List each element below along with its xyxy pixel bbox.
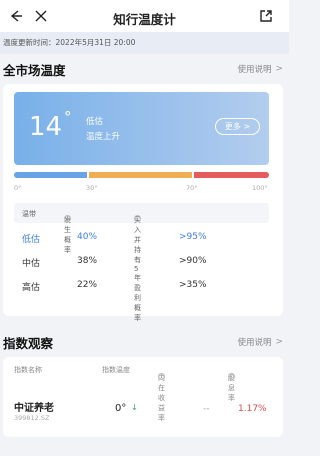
index-name: 中证养老 — [14, 403, 54, 414]
arrow-down-icon: ↓ — [131, 403, 138, 412]
degree-symbol: ° — [64, 108, 72, 126]
zone-table-header: 温带 发生概率 ? 买入并持有 5 年盈利概率 ? — [14, 203, 269, 322]
update-time: 温度更新时间：2022年5月31日 20:00 — [0, 32, 289, 54]
info-icon[interactable]: ? — [134, 215, 141, 222]
tick-70: 70° — [186, 184, 198, 192]
temperature-level: 低估 — [86, 117, 104, 127]
chevron-right-icon: > — [275, 337, 283, 347]
info-icon[interactable]: ? — [158, 373, 165, 380]
index-section-title: 指数观察 — [3, 335, 54, 351]
scale-segment-low — [14, 172, 88, 178]
temperature-trend: 温度上升 — [86, 132, 121, 142]
index-row[interactable]: 中证养老 399812.SZ 0° ↓ -- 1.17% — [3, 389, 283, 429]
index-temperature: 0° — [115, 403, 127, 414]
tick-0: 0° — [14, 184, 22, 192]
temperature-scale-bar — [14, 172, 270, 178]
index-code: 399812.SZ — [14, 414, 50, 422]
temperature-value: 14 — [29, 112, 63, 142]
scale-segment-mid — [89, 172, 192, 178]
intrinsic-return: -- — [203, 404, 210, 414]
info-icon[interactable]: ? — [228, 373, 235, 380]
nav-bar: 知行温度计 — [0, 0, 289, 32]
tick-100: 100° — [252, 184, 268, 192]
index-section-header: 指数观察 使用说明 > — [0, 327, 289, 357]
more-button[interactable]: 更多 > — [215, 118, 260, 135]
table-row: 低估 40% >95% — [22, 232, 207, 245]
index-table-header: 指数名称 指数温度 内在收益率 ? 股息率 ? — [14, 366, 235, 422]
scale-segment-high — [193, 172, 270, 178]
market-section-header: 全市场温度 使用说明 > — [0, 54, 289, 84]
market-temperature-card: 14 ° 低估 温度上升 更多 > 0° 30° 70° 100° 温带 发生概… — [3, 84, 283, 322]
index-help-link[interactable]: 使用说明 > — [237, 336, 283, 348]
tick-30: 30° — [86, 184, 98, 192]
info-icon[interactable]: ? — [64, 215, 71, 222]
header-index-temp: 指数温度 — [102, 366, 130, 374]
market-help-link[interactable]: 使用说明 > — [237, 63, 283, 75]
temperature-banner: 14 ° 低估 温度上升 更多 > — [14, 92, 269, 165]
table-row: 高估 22% >35% — [22, 280, 207, 293]
index-card: 指数名称 指数温度 内在收益率 ? 股息率 ? 中证养老 399812.SZ 0… — [3, 357, 283, 437]
chevron-right-icon: > — [275, 64, 283, 74]
table-row: 中估 38% >90% — [22, 256, 207, 269]
market-section-title: 全市场温度 — [3, 62, 66, 78]
scale-ticks: 0° 30° 70° 100° — [14, 184, 269, 194]
dividend-yield: 1.17% — [238, 404, 267, 414]
page-title: 知行温度计 — [113, 12, 176, 27]
header-index-name: 指数名称 — [14, 366, 42, 374]
share-icon[interactable] — [258, 8, 274, 24]
header-zone: 温带 — [22, 210, 36, 218]
